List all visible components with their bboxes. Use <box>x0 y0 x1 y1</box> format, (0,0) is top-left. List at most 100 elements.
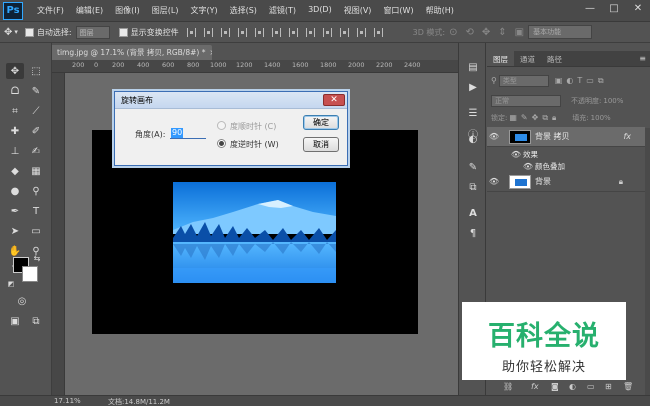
move-tool-icon[interactable]: ✥ <box>6 63 24 79</box>
eraser-tool-icon[interactable]: ◆ <box>6 163 24 179</box>
align-top-icon[interactable] <box>186 27 196 37</box>
close-window-button[interactable]: ✕ <box>626 0 650 16</box>
counterclockwise-radio[interactable] <box>217 139 226 148</box>
filter-smart-icon[interactable]: ⧉ <box>598 76 604 86</box>
menu-edit[interactable]: 编辑(E) <box>70 5 109 16</box>
panel-menu-icon[interactable]: ≡ <box>639 54 646 63</box>
menu-select[interactable]: 选择(S) <box>224 5 263 16</box>
document-info[interactable]: 文档:14.8M/11.2M <box>108 397 170 406</box>
clone-source-panel-icon[interactable]: ⧉ <box>465 179 481 195</box>
rectangle-tool-icon[interactable]: ▭ <box>27 223 45 239</box>
lock-all-icon[interactable]: 🔒︎ <box>552 113 556 123</box>
pen-tool-icon[interactable]: ✒ <box>6 203 24 219</box>
counterclockwise-label[interactable]: 度逆时针 (W) <box>230 139 279 150</box>
actions-panel-icon[interactable]: ▶ <box>465 79 481 95</box>
healing-brush-tool-icon[interactable]: ✚ <box>6 123 24 139</box>
align-bottom-icon[interactable] <box>220 27 230 37</box>
menu-type[interactable]: 文字(Y) <box>184 5 223 16</box>
distribute-center-icon[interactable] <box>356 27 366 37</box>
clockwise-label[interactable]: 度顺时针 (C) <box>230 121 276 132</box>
lock-artboard-icon[interactable]: ⧉ <box>542 113 548 123</box>
link-layers-icon[interactable]: ⛓︎ <box>503 382 513 391</box>
fill-value[interactable]: 100% <box>591 114 611 122</box>
character-panel-icon[interactable]: A <box>465 205 481 221</box>
brush-tool-icon[interactable]: ✐ <box>27 123 45 139</box>
layer-name[interactable]: 背景 拷贝 <box>535 131 570 142</box>
menu-view[interactable]: 视图(V) <box>338 5 378 16</box>
close-tab-icon[interactable]: × <box>209 48 212 57</box>
marquee-tool-icon[interactable]: ⬚ <box>27 63 45 79</box>
adjustments-panel-icon[interactable]: ◐ <box>465 131 481 147</box>
filter-adjust-icon[interactable]: ◐ <box>566 76 573 85</box>
brush-panel-icon[interactable]: ✎ <box>465 159 481 175</box>
filter-shape-icon[interactable]: ▭ <box>586 76 594 85</box>
distribute-top-icon[interactable] <box>288 27 298 37</box>
swap-colors-icon[interactable]: ⇆ <box>32 253 42 263</box>
quick-select-tool-icon[interactable]: ✎ <box>27 83 45 99</box>
properties-panel-icon[interactable]: ☰ <box>465 105 481 121</box>
3d-orbit-icon[interactable]: ⊙ <box>449 27 457 38</box>
distribute-middle-icon[interactable] <box>305 27 315 37</box>
eye-icon[interactable]: 👁︎ <box>509 150 523 159</box>
dodge-tool-icon[interactable]: ⚲ <box>27 183 45 199</box>
chevron-down-icon[interactable]: ▾ <box>14 28 18 36</box>
default-colors-icon[interactable]: ◩ <box>6 279 16 289</box>
effects-row[interactable]: 👁︎ 效果 <box>487 149 645 160</box>
filter-type-icon[interactable]: T <box>577 76 582 85</box>
menu-window[interactable]: 窗口(W) <box>377 5 419 16</box>
workspace-dropdown[interactable]: 基本功能 <box>528 25 593 39</box>
color-overlay-row[interactable]: 👁︎ 颜色叠加 <box>487 161 645 172</box>
auto-select-checkbox[interactable] <box>24 27 34 37</box>
close-icon[interactable]: ✕ <box>323 94 345 106</box>
fx-icon[interactable]: fx <box>623 132 631 141</box>
menu-image[interactable]: 图像(I) <box>109 5 146 16</box>
align-center-icon[interactable] <box>254 27 264 37</box>
layer-name[interactable]: 背景 <box>535 176 551 187</box>
panel-scrollbar[interactable] <box>645 128 650 395</box>
trash-icon[interactable]: 🗑︎ <box>623 382 633 391</box>
quick-mask-icon[interactable]: ◎ <box>13 293 31 309</box>
history-panel-icon[interactable]: ▤ <box>465 59 481 75</box>
screen-mode-icon[interactable]: ▣ <box>6 313 24 329</box>
eye-icon[interactable]: 👁︎ <box>487 177 501 186</box>
gradient-tool-icon[interactable]: ▦ <box>27 163 45 179</box>
document-tab[interactable]: timg.jpg @ 17.1% (背景 拷贝, RGB/8#) *× <box>52 45 212 60</box>
3d-scale-icon[interactable]: ▣ <box>515 27 524 38</box>
frame-tool-icon[interactable]: ⧉ <box>27 313 45 329</box>
align-right-icon[interactable] <box>271 27 281 37</box>
path-select-tool-icon[interactable]: ➤ <box>6 223 24 239</box>
layer-row-background[interactable]: 👁︎ 背景 🔒︎ <box>487 172 645 192</box>
auto-select-dropdown[interactable]: 图层 <box>75 25 110 39</box>
menu-file[interactable]: 文件(F) <box>31 5 70 16</box>
3d-pan-icon[interactable]: ✥ <box>482 27 490 38</box>
new-layer-icon[interactable]: ⊞ <box>605 382 612 391</box>
eye-icon[interactable]: 👁︎ <box>487 132 501 141</box>
distribute-bottom-icon[interactable] <box>322 27 332 37</box>
lock-position-icon[interactable]: ✥ <box>532 113 539 122</box>
clockwise-radio[interactable] <box>217 121 226 130</box>
background-color-swatch[interactable] <box>22 266 38 282</box>
blur-tool-icon[interactable]: ● <box>6 183 24 199</box>
type-tool-icon[interactable]: T <box>27 203 45 219</box>
tab-layers[interactable]: 图层 <box>487 51 514 66</box>
clone-stamp-tool-icon[interactable]: ⊥ <box>6 143 24 159</box>
menu-layer[interactable]: 图层(L) <box>146 5 185 16</box>
add-style-icon[interactable]: fx <box>531 382 539 391</box>
menu-help[interactable]: 帮助(H) <box>420 5 460 16</box>
layer-row-background-copy[interactable]: 👁︎ 背景 拷贝 fx <box>487 127 645 147</box>
3d-slide-icon[interactable]: ⇕ <box>498 27 506 38</box>
paragraph-panel-icon[interactable]: ¶ <box>465 225 481 241</box>
history-brush-tool-icon[interactable]: ✍ <box>27 143 45 159</box>
dialog-titlebar[interactable]: 旋转画布 ✕ <box>115 92 347 109</box>
menu-filter[interactable]: 滤镜(T) <box>263 5 302 16</box>
filter-pixel-icon[interactable]: ▣ <box>555 76 563 85</box>
tab-channels[interactable]: 通道 <box>514 51 541 66</box>
eye-icon[interactable]: 👁︎ <box>521 162 535 171</box>
distribute-left-icon[interactable] <box>339 27 349 37</box>
add-mask-icon[interactable]: ◙ <box>551 382 559 391</box>
blend-mode-dropdown[interactable]: 正常 <box>491 94 561 107</box>
lasso-tool-icon[interactable]: ᗝ <box>6 83 24 99</box>
filter-kind-dropdown[interactable]: 类型 <box>498 74 549 87</box>
opacity-value[interactable]: 100% <box>603 97 623 105</box>
menu-3d[interactable]: 3D(D) <box>302 5 338 16</box>
